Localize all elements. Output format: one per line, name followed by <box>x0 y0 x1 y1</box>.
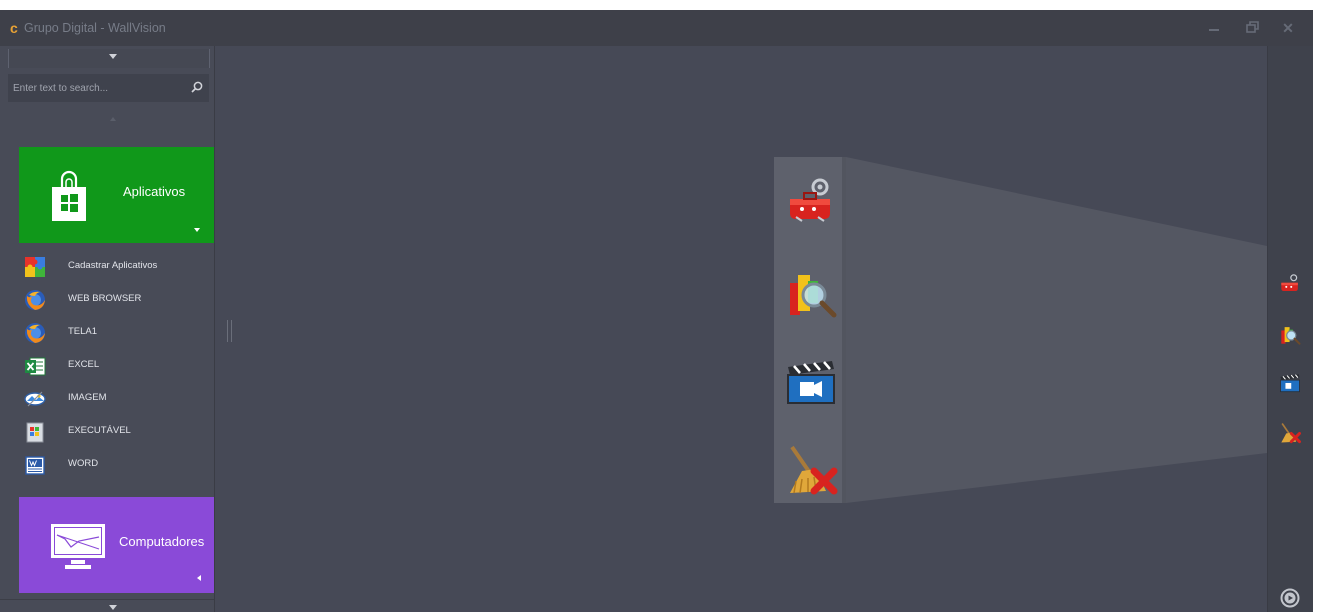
tile-computadores[interactable]: Computadores <box>19 497 214 593</box>
scroll-down-button[interactable] <box>0 599 214 612</box>
monitor-icon <box>51 524 105 569</box>
broom-clear-icon[interactable] <box>1278 421 1302 445</box>
executable-icon <box>26 422 44 443</box>
magnified-dock-panel <box>774 157 846 503</box>
list-item-executavel[interactable]: EXECUTÁVEL <box>22 418 212 444</box>
restore-icon <box>1246 21 1259 33</box>
firefox-icon <box>25 290 45 310</box>
play-icon[interactable] <box>1280 588 1300 608</box>
app-logo-icon: c <box>10 20 18 36</box>
search-input[interactable] <box>13 80 183 96</box>
right-dock <box>1267 46 1313 612</box>
search-box <box>8 74 209 102</box>
list-item-label: WEB BROWSER <box>68 293 142 304</box>
window-title: Grupo Digital - WallVision <box>24 21 166 35</box>
list-item-label: Cadastrar Aplicativos <box>68 260 158 271</box>
list-item-word[interactable]: WORD <box>22 451 212 477</box>
image-viewer-icon <box>24 391 46 407</box>
list-item-label: EXCEL <box>68 359 100 370</box>
tile-aplicativos[interactable]: Aplicativos <box>19 147 214 243</box>
video-clapper-icon[interactable] <box>1278 371 1302 395</box>
panel-edge <box>842 157 846 503</box>
list-item-label: EXECUTÁVEL <box>68 425 131 436</box>
list-item-excel[interactable]: EXCEL <box>22 352 212 378</box>
list-item-tela1[interactable]: TELA1 <box>22 319 212 345</box>
minimize-icon <box>1209 29 1219 31</box>
list-item-label: TELA1 <box>68 326 98 337</box>
list-item-cadastrar-aplicativos[interactable]: Cadastrar Aplicativos <box>22 253 212 279</box>
toolbox-icon[interactable] <box>1278 272 1302 296</box>
search-report-icon[interactable] <box>782 265 840 323</box>
broom-clear-icon[interactable] <box>782 441 840 499</box>
word-icon <box>25 456 45 475</box>
title-bar[interactable]: c Grupo Digital - WallVision ✕ <box>0 10 1313 46</box>
puzzle-icon <box>25 257 45 277</box>
search-icon[interactable] <box>190 80 204 94</box>
group-dropdown[interactable] <box>8 49 210 68</box>
minimize-button[interactable] <box>1203 18 1225 38</box>
scroll-down-arrow-icon <box>109 605 117 610</box>
firefox-icon <box>25 323 45 343</box>
toolbox-icon[interactable] <box>782 173 840 231</box>
scroll-up-arrow-icon[interactable] <box>110 117 116 121</box>
collapse-arrow-icon <box>197 575 201 581</box>
dropdown-arrow-icon <box>109 54 117 59</box>
restore-button[interactable] <box>1241 18 1263 38</box>
store-icon <box>52 170 86 221</box>
panel-splitter[interactable] <box>227 320 232 342</box>
list-item-label: IMAGEM <box>68 392 107 403</box>
close-icon: ✕ <box>1282 20 1294 36</box>
search-report-icon[interactable] <box>1278 323 1302 347</box>
main-window: c Grupo Digital - WallVision ✕ Enter tex… <box>0 10 1313 612</box>
tile-label: Computadores <box>119 534 205 549</box>
list-item-web-browser[interactable]: WEB BROWSER <box>22 286 212 312</box>
sidebar: Aplicativos Cadastrar Aplicativos <box>0 46 215 612</box>
close-button[interactable]: ✕ <box>1277 18 1299 38</box>
list-item-imagem[interactable]: IMAGEM <box>22 385 212 411</box>
excel-icon <box>25 357 46 376</box>
video-clapper-icon[interactable] <box>782 353 840 411</box>
expand-arrow-icon <box>194 228 200 232</box>
list-item-label: WORD <box>68 458 99 469</box>
tile-label: Aplicativos <box>123 184 186 199</box>
